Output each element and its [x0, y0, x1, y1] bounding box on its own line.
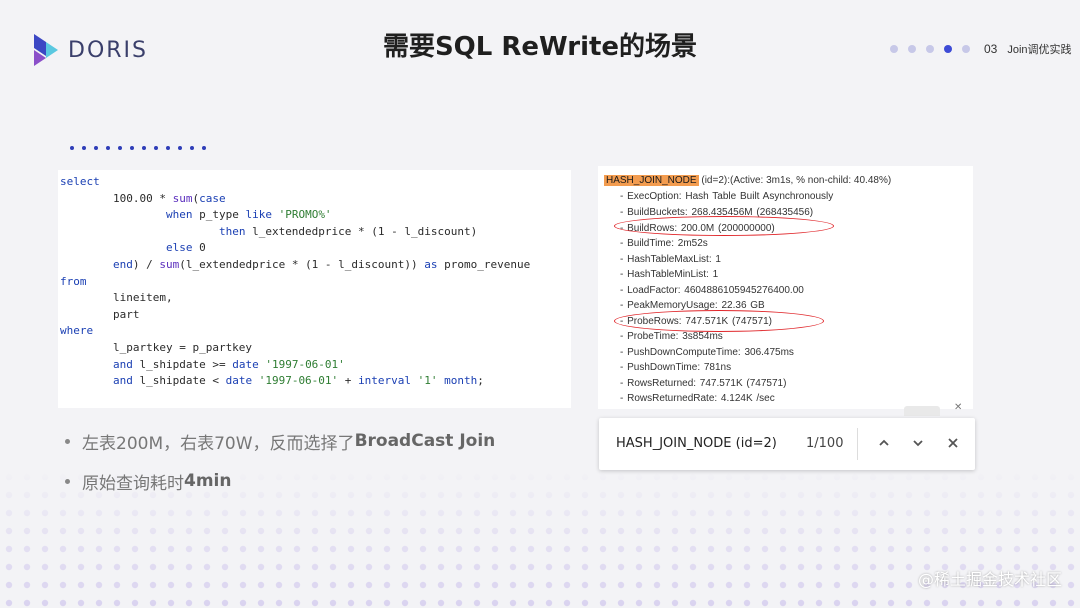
page-number: 03 [984, 42, 998, 56]
bullet-item: 原始查询耗时 4min [65, 470, 495, 494]
browser-tab-stub [904, 406, 940, 416]
bullet-item: 左表200M，右表70W，反而选择了 BroadCast Join [65, 430, 496, 454]
bullet-bold: 4min [184, 471, 232, 491]
find-close-button[interactable] [940, 430, 966, 456]
profile-line: - ExecOption: Hash Table Built Asynchron… [620, 191, 834, 202]
divider [857, 428, 858, 460]
pager-dot [890, 45, 898, 53]
find-in-page-bar: HASH_JOIN_NODE (id=2) 1/100 [599, 418, 975, 470]
probe-rows-circle [614, 310, 824, 332]
watermark: @稀土掘金技术社区 [917, 570, 1062, 589]
profile-header-suffix: (id=2):(Active: 3m1s, % non-child: 40.48… [701, 175, 892, 186]
bullet-dot [65, 478, 70, 484]
find-previous-button[interactable] [871, 430, 897, 456]
profile-line: - RowsReturned: 747.571K (747571) [620, 378, 787, 389]
bullet-dot [65, 438, 70, 444]
pager-dot [962, 45, 970, 53]
profile-line: - PushDownTime: 781ns [620, 362, 732, 373]
close-icon [948, 438, 958, 448]
find-input[interactable]: HASH_JOIN_NODE (id=2) [616, 436, 777, 451]
pager-dot [926, 45, 934, 53]
pager-dot-active [944, 45, 952, 53]
bullet-text: 左表200M，右表70W，反而选择了 [82, 433, 355, 454]
profile-line: - LoadFactor: 4604886105945276400.00 [620, 285, 804, 296]
profile-line: - HashTableMinList: 1 [620, 269, 719, 280]
find-next-button[interactable] [905, 430, 931, 456]
section-title: Join调优实践 [1007, 44, 1072, 56]
query-profile-panel: HASH_JOIN_NODE (id=2):(Active: 3m1s, % n… [598, 166, 973, 409]
find-match-count: 1/100 [806, 436, 844, 451]
decorative-dots [70, 146, 214, 150]
chevron-up-icon [879, 439, 889, 446]
build-rows-circle [614, 216, 834, 236]
bullet-text: 原始查询耗时 [82, 473, 184, 494]
profile-line: - PushDownComputeTime: 306.475ms [620, 347, 794, 358]
bullet-bold: BroadCast Join [354, 431, 496, 451]
slide-pager: 03 Join调优实践 [890, 41, 1072, 57]
profile-line: - ProbeTime: 3s854ms [620, 331, 723, 342]
profile-header: HASH_JOIN_NODE (id=2):(Active: 3m1s, % n… [604, 175, 891, 186]
sql-code: select 100.00 * sum(case when p_type lik… [60, 175, 531, 388]
profile-line: - RowsReturnedRate: 4.124K /sec [620, 393, 775, 404]
profile-line: - BuildTime: 2m52s [620, 238, 708, 249]
sql-code-block: select 100.00 * sum(case when p_type lik… [58, 170, 571, 408]
bullet-list: 左表200M，右表70W，反而选择了 BroadCast Join 原始查询耗时 4… [65, 430, 495, 510]
chevron-down-icon [913, 440, 923, 447]
search-highlight: HASH_JOIN_NODE [604, 175, 699, 186]
profile-line: - HashTableMaxList: 1 [620, 254, 721, 265]
tab-close-icon[interactable]: ✕ [954, 402, 962, 413]
pager-dot [908, 45, 916, 53]
